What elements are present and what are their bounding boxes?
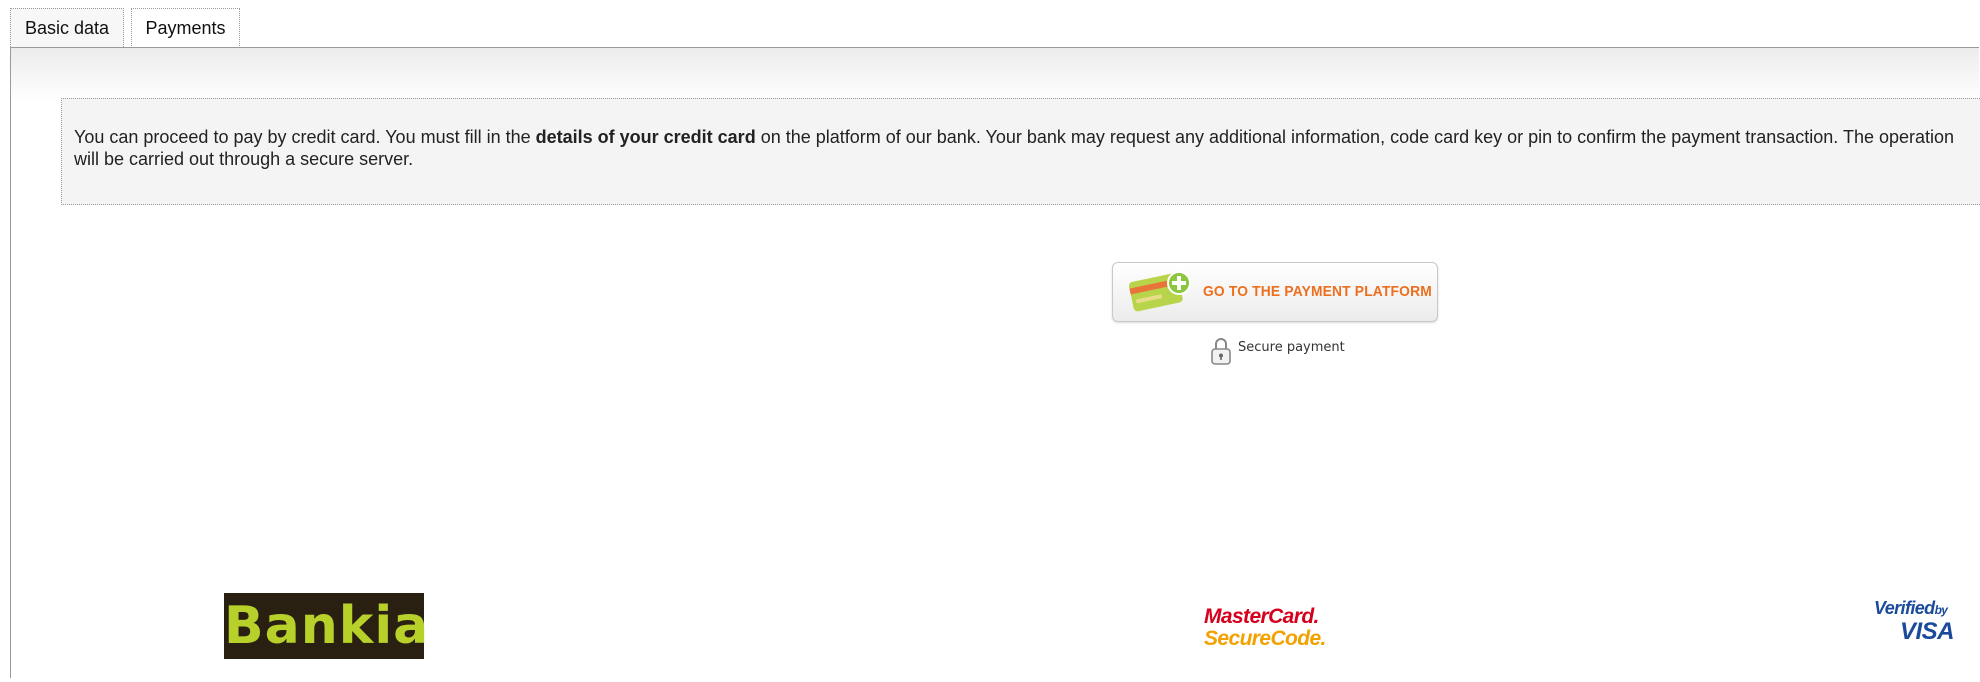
verified-by-visa-logo: Verifiedby VISA xyxy=(1870,598,1970,648)
credit-card-add-icon xyxy=(1128,271,1191,312)
info-text-part: You can proceed to pay by credit card. Y… xyxy=(74,127,536,147)
mastercard-securecode-logo: MasterCard. SecureCode. xyxy=(1204,606,1334,652)
go-to-payment-platform-button[interactable]: GO TO THE PAYMENT PLATFORM xyxy=(1112,262,1438,322)
lock-icon xyxy=(1211,338,1231,365)
bankia-logo-text: Bankia xyxy=(224,596,430,656)
tab-payments-label: Payments xyxy=(145,18,226,38)
tab-payments[interactable]: Payments xyxy=(131,8,240,48)
visa-logo-line1: Verifiedby xyxy=(1874,598,1948,619)
visa-logo-line2: VISA xyxy=(1900,618,1955,645)
info-text-bold: details of your credit card xyxy=(535,127,756,147)
mastercard-logo-line1: MasterCard. xyxy=(1204,605,1319,628)
secure-payment-label: Secure payment xyxy=(1238,340,1345,355)
tab-basic-data[interactable]: Basic data xyxy=(10,8,124,47)
visa-logo-verified: Verified xyxy=(1874,598,1935,618)
payments-panel: You can proceed to pay by credit card. Y… xyxy=(10,47,1980,678)
tab-basic-data-label: Basic data xyxy=(24,18,110,38)
payment-button-label: GO TO THE PAYMENT PLATFORM xyxy=(1203,283,1432,300)
info-text: You can proceed to pay by credit card. Y… xyxy=(74,126,1960,170)
info-box: You can proceed to pay by credit card. Y… xyxy=(61,98,1980,205)
visa-logo-by: by xyxy=(1934,603,1948,617)
mastercard-logo-line2: SecureCode. xyxy=(1204,627,1326,650)
bankia-logo: Bankia xyxy=(224,593,430,659)
